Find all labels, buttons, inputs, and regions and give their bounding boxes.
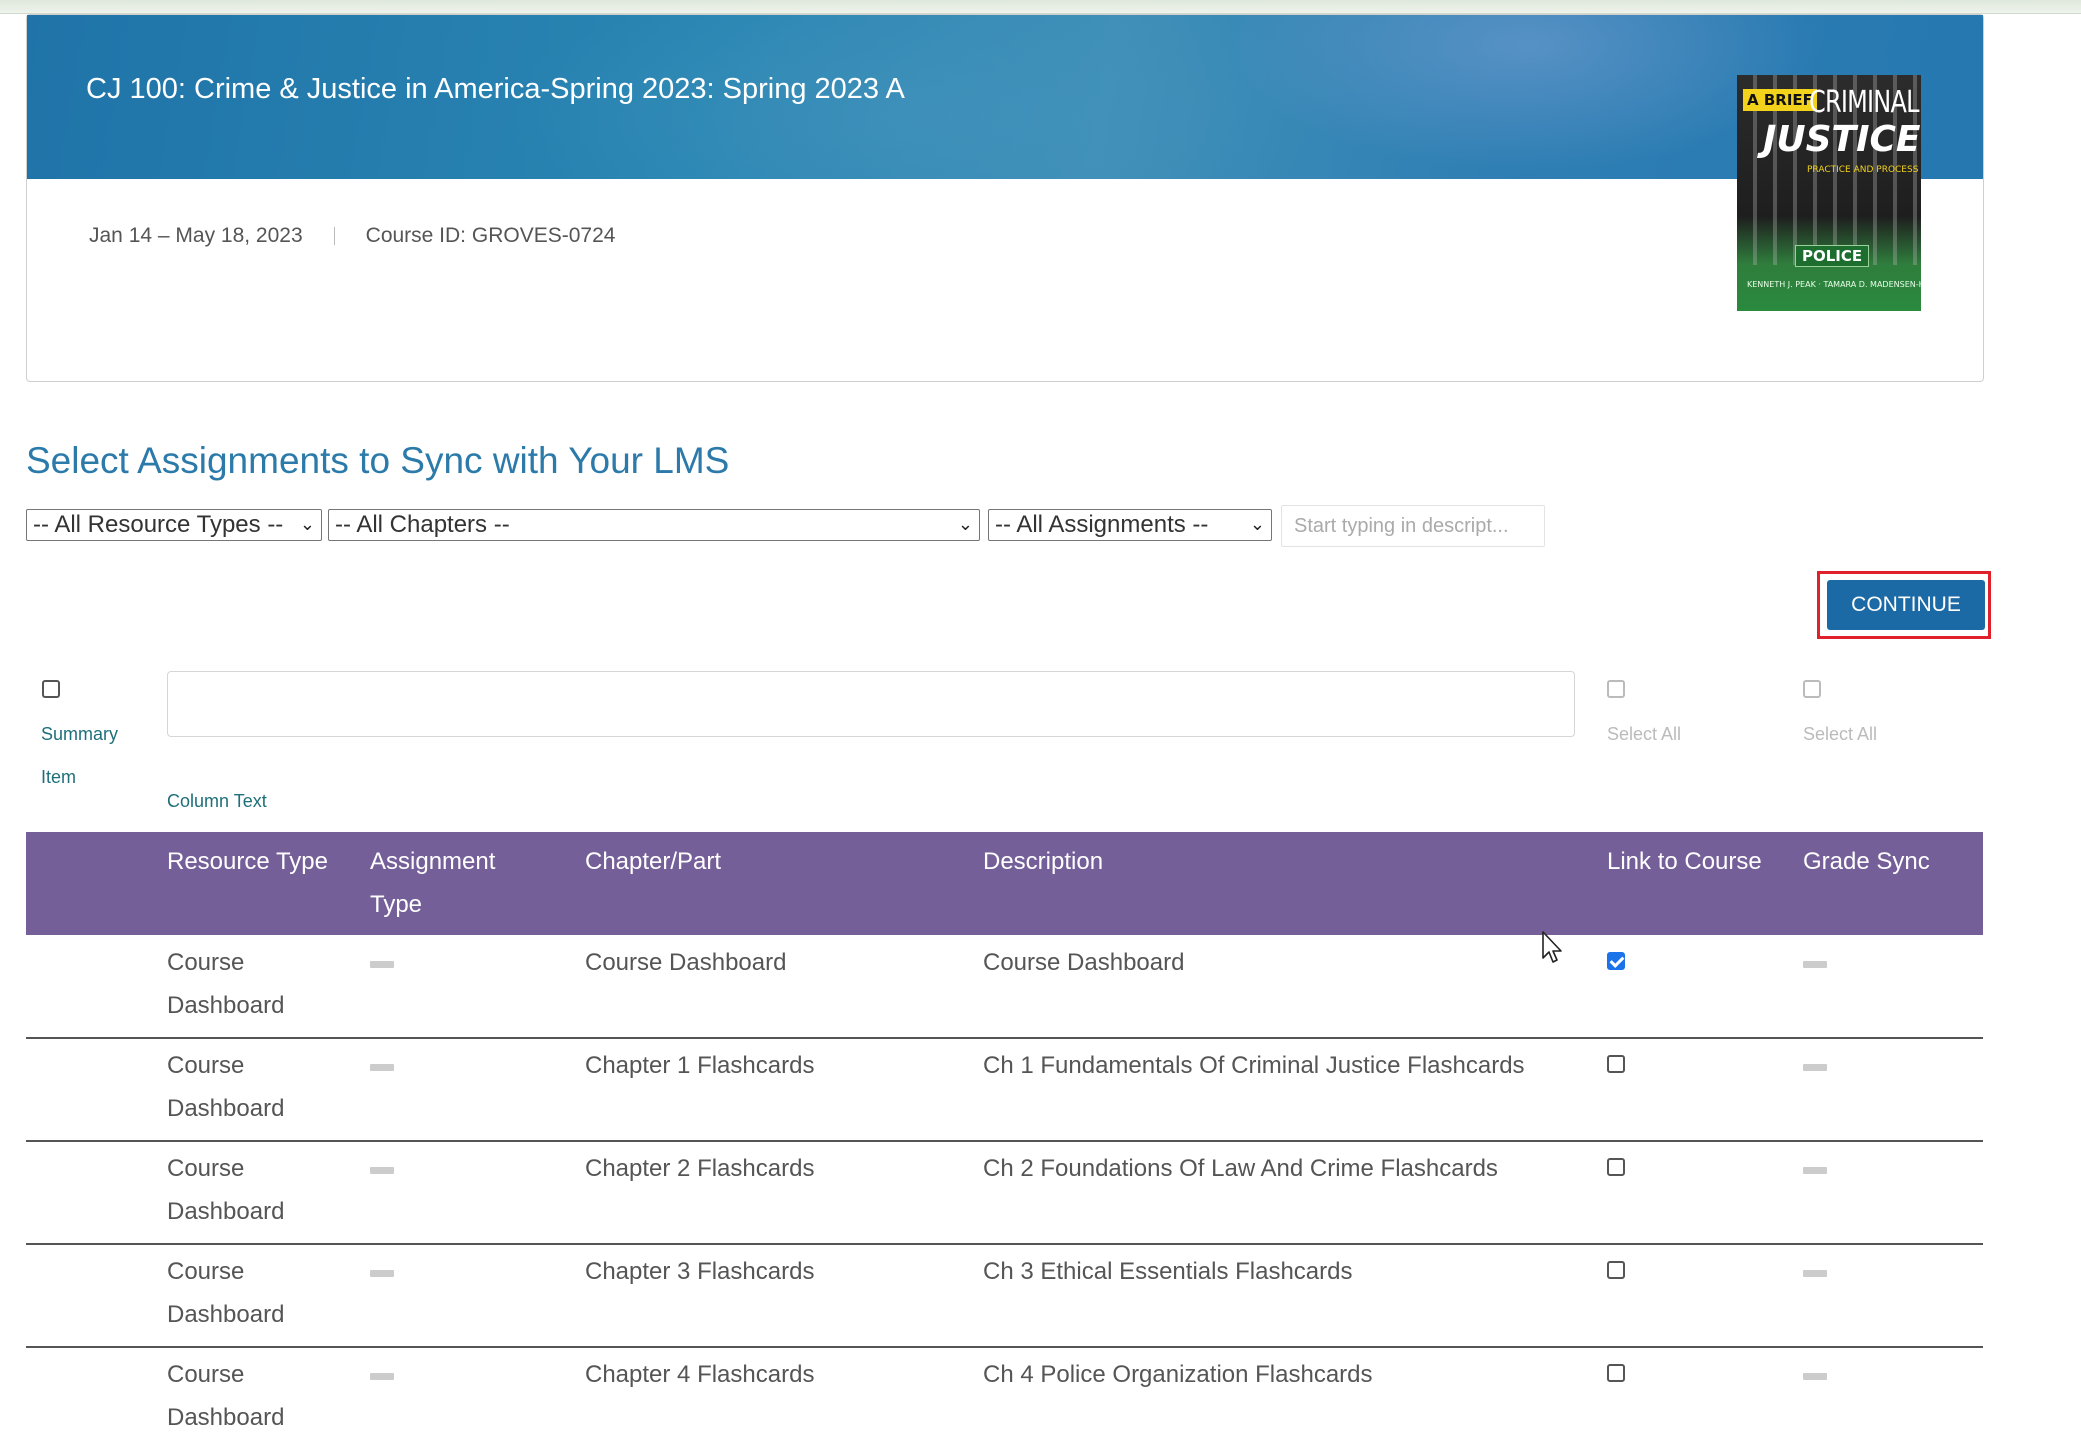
header-description[interactable]: Description — [983, 840, 1103, 883]
grade-sync-empty-dash — [1803, 1270, 1827, 1277]
cell-resource-type-line2: Dashboard — [167, 1404, 285, 1431]
description-search-input[interactable]: Start typing in descript... — [1281, 505, 1545, 547]
cell-resource-type-line2: Dashboard — [167, 1301, 285, 1328]
grade-sync-empty-dash — [1803, 1167, 1827, 1174]
assignment-type-empty-dash — [370, 1270, 394, 1277]
table-row: Course Dashboard Chapter 2 Flashcards Ch… — [26, 1141, 1983, 1245]
grade-select-all-checkbox[interactable] — [1803, 680, 1821, 698]
continue-button[interactable]: CONTINUE — [1827, 580, 1985, 630]
chevron-down-icon: ⌄ — [1249, 514, 1265, 534]
cell-chapter: Course Dashboard — [585, 949, 787, 976]
table-row: Course Dashboard Chapter 3 Flashcards Ch… — [26, 1244, 1983, 1348]
cell-chapter: Chapter 1 Flashcards — [585, 1052, 815, 1079]
meta-divider — [333, 227, 335, 245]
chapter-select-value: -- All Chapters -- — [335, 511, 510, 538]
link-to-course-checkbox[interactable] — [1607, 1055, 1625, 1073]
cell-description: Ch 1 Fundamentals Of Criminal Justice Fl… — [983, 1052, 1525, 1079]
link-select-all-label: Select All — [1607, 724, 1682, 744]
section-title: Select Assignments to Sync with Your LMS — [26, 440, 730, 481]
assignment-type-empty-dash — [370, 961, 394, 968]
course-meta: Jan 14 – May 18, 2023 Course ID: GROVES-… — [89, 224, 615, 248]
browser-top-strip — [0, 0, 2081, 14]
table-row: Course Dashboard Chapter 1 Flashcards Ch… — [26, 1038, 1983, 1142]
header-assignment-type-line2[interactable]: Type — [370, 883, 422, 926]
book-police-label: POLICE — [1795, 245, 1870, 267]
link-to-course-checkbox[interactable] — [1607, 1261, 1625, 1279]
book-tagline: PRACTICE AND PROCESS — [1807, 165, 1919, 175]
course-id: Course ID: GROVES-0724 — [365, 224, 616, 247]
grade-sync-empty-dash — [1803, 1373, 1827, 1380]
cell-chapter: Chapter 2 Flashcards — [585, 1155, 815, 1182]
cell-description: Ch 4 Police Organization Flashcards — [983, 1361, 1373, 1388]
course-dates: Jan 14 – May 18, 2023 — [89, 224, 303, 247]
assignment-select[interactable]: -- All Assignments -- ⌄ — [988, 509, 1272, 541]
chevron-down-icon: ⌄ — [299, 514, 315, 534]
column-text-input[interactable] — [167, 671, 1575, 737]
cell-resource-type-line1: Course — [167, 1052, 245, 1079]
course-card: CJ 100: Crime & Justice in America-Sprin… — [26, 14, 1984, 382]
mouse-cursor-icon — [1542, 931, 1562, 963]
book-title-line1: CRIMINAL — [1809, 85, 1919, 120]
header-resource-type[interactable]: Resource Type — [167, 840, 328, 883]
assignment-type-empty-dash — [370, 1064, 394, 1071]
resource-type-select-value: -- All Resource Types -- — [33, 511, 284, 538]
book-title-line2: JUSTICE — [1763, 119, 1921, 160]
summary-item-label-line2: Item — [41, 767, 77, 787]
header-link-to-course: Link to Course — [1607, 848, 1762, 875]
cell-description: Ch 2 Foundations Of Law And Crime Flashc… — [983, 1155, 1498, 1182]
link-select-all-checkbox[interactable] — [1607, 680, 1625, 698]
link-to-course-checkbox[interactable] — [1607, 1364, 1625, 1382]
book-badge: A BRIEF — [1743, 89, 1817, 111]
cell-resource-type-line1: Course — [167, 1361, 245, 1388]
cell-resource-type-line2: Dashboard — [167, 1095, 285, 1122]
chapter-select[interactable]: -- All Chapters -- ⌄ — [328, 509, 980, 541]
cell-description: Course Dashboard — [983, 949, 1185, 976]
book-cover-image: A BRIEF CRIMINAL JUSTICE PRACTICE AND PR… — [1737, 75, 1921, 311]
table-header: Resource Type Assignment Type Chapter/Pa… — [26, 832, 1983, 935]
search-placeholder: Start typing in descript... — [1294, 514, 1509, 537]
course-banner: CJ 100: Crime & Justice in America-Sprin… — [27, 15, 1983, 179]
cell-description: Ch 3 Ethical Essentials Flashcards — [983, 1258, 1353, 1285]
link-to-course-checkbox[interactable] — [1607, 952, 1625, 970]
cell-resource-type-line1: Course — [167, 1258, 245, 1285]
chevron-down-icon: ⌄ — [957, 514, 973, 534]
grade-sync-empty-dash — [1803, 961, 1827, 968]
cell-resource-type-line1: Course — [167, 1155, 245, 1182]
cell-resource-type-line2: Dashboard — [167, 1198, 285, 1225]
header-assignment-type-line1[interactable]: Assignment — [370, 840, 495, 883]
cell-chapter: Chapter 3 Flashcards — [585, 1258, 815, 1285]
header-grade-sync: Grade Sync — [1803, 848, 1930, 875]
summary-item-label-line1: Summary — [41, 724, 119, 744]
grade-sync-empty-dash — [1803, 1064, 1827, 1071]
cell-resource-type-line1: Course — [167, 949, 245, 976]
grade-select-all-label: Select All — [1803, 724, 1878, 744]
assignment-select-value: -- All Assignments -- — [995, 511, 1209, 538]
cell-resource-type-line2: Dashboard — [167, 992, 285, 1019]
book-authors: KENNETH J. PEAK · TAMARA D. MADENSEN-HER… — [1747, 280, 1921, 289]
assignment-type-empty-dash — [370, 1373, 394, 1380]
assignment-type-empty-dash — [370, 1167, 394, 1174]
header-chapter-part[interactable]: Chapter/Part — [585, 840, 721, 883]
resource-type-select[interactable]: -- All Resource Types -- ⌄ — [26, 509, 322, 541]
cell-chapter: Chapter 4 Flashcards — [585, 1361, 815, 1388]
summary-item-checkbox[interactable] — [42, 680, 60, 698]
course-title: CJ 100: Crime & Justice in America-Sprin… — [86, 73, 905, 105]
table-row: Course Dashboard Course Dashboard Course… — [26, 935, 1983, 1039]
table-row: Course Dashboard Chapter 4 Flashcards Ch… — [26, 1347, 1983, 1449]
column-text-label: Column Text — [167, 791, 267, 811]
link-to-course-checkbox[interactable] — [1607, 1158, 1625, 1176]
